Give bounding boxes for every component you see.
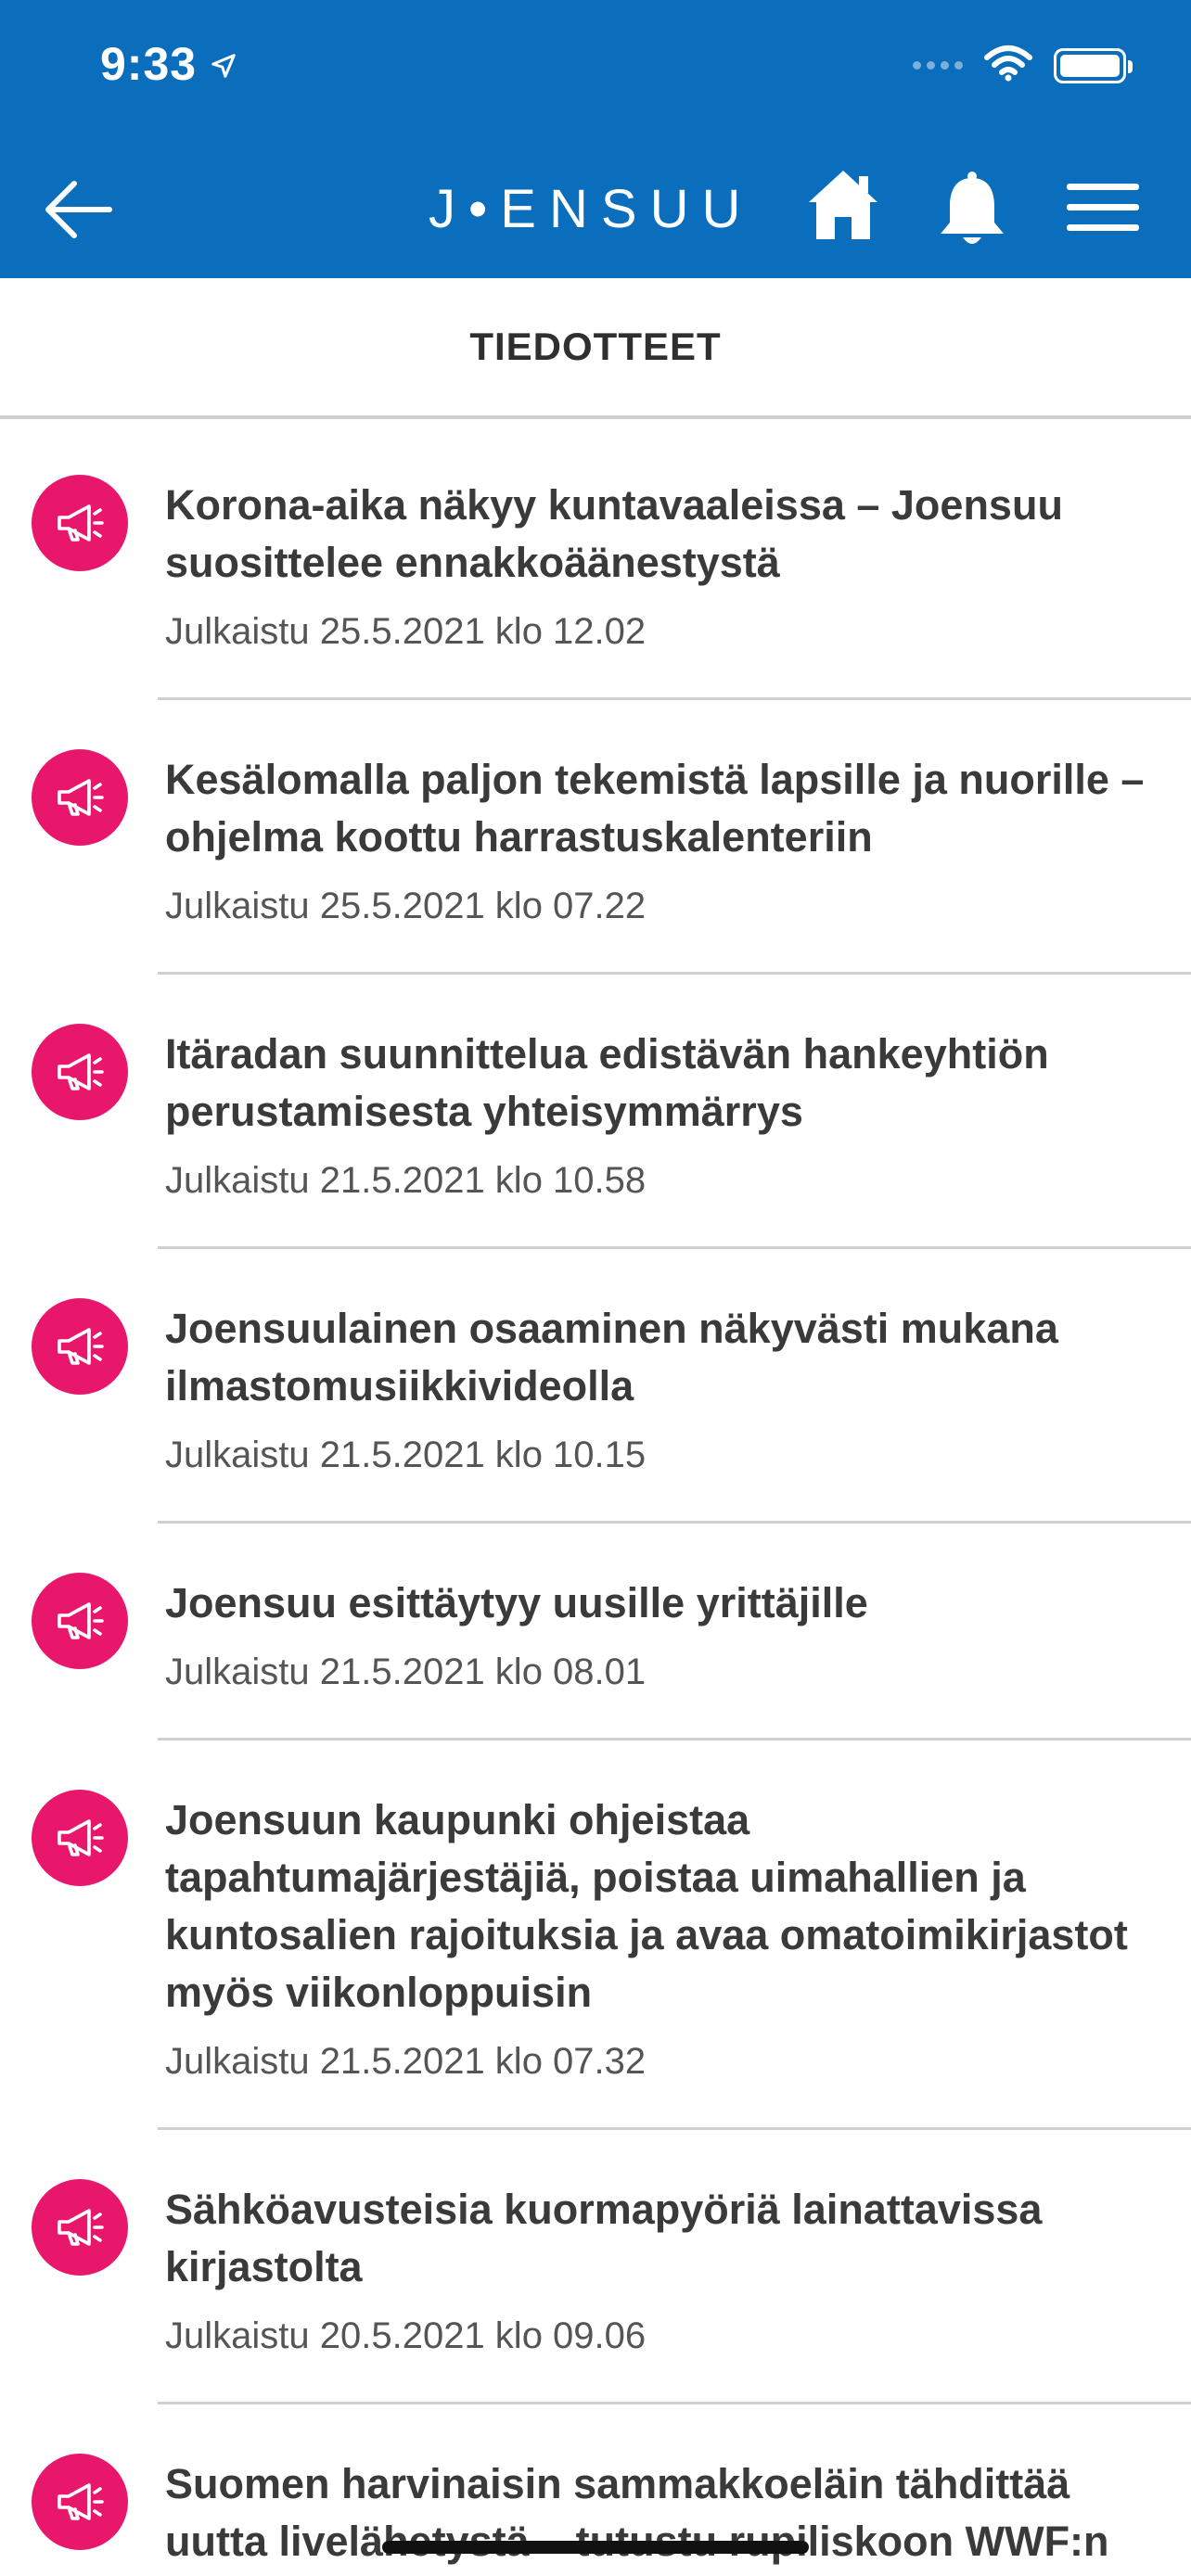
megaphone-icon <box>58 2483 104 2520</box>
megaphone-icon <box>58 1819 104 1856</box>
news-date: Julkaistu 25.5.2021 klo 07.22 <box>165 886 647 926</box>
news-date: Julkaistu 25.5.2021 klo 12.02 <box>165 611 647 652</box>
news-date: Julkaistu 21.5.2021 klo 10.15 <box>165 1435 647 1475</box>
location-arrow-icon <box>210 37 237 91</box>
news-badge <box>32 2179 128 2276</box>
home-indicator[interactable] <box>382 2541 809 2554</box>
status-time: 9:33 <box>100 37 237 91</box>
news-badge <box>32 1573 128 1669</box>
news-title: Joensuulainen osaaminen näkyvästi mukana… <box>165 1305 1058 1409</box>
news-item[interactable]: Korona-aika näkyy kuntavaaleissa – Joens… <box>0 423 1191 697</box>
news-title: Kesälomalla paljon tekemistä lapsille ja… <box>165 756 1145 861</box>
news-item[interactable]: Joensuu esittäytyy uusille yrittäjille J… <box>0 1521 1191 1738</box>
news-list: Korona-aika näkyy kuntavaaleissa – Joens… <box>0 423 1191 2576</box>
page-title-bar: TIEDOTTEET <box>0 278 1191 419</box>
bell-icon <box>941 172 1004 244</box>
news-badge <box>32 1298 128 1395</box>
news-badge <box>32 475 128 571</box>
news-badge <box>32 1790 128 1886</box>
megaphone-icon <box>58 2209 104 2246</box>
back-button[interactable] <box>41 172 115 247</box>
wifi-icon <box>983 45 1033 86</box>
joensuu-logo[interactable]: J•ENSUU <box>429 178 753 240</box>
news-item[interactable]: Joensuun kaupunki ohjeistaa tapahtumajär… <box>0 1738 1191 2127</box>
news-date: Julkaistu 21.5.2021 klo 08.01 <box>165 1651 647 1692</box>
news-item[interactable]: Sähköavusteisia kuormapyöriä lainattavis… <box>0 2127 1191 2402</box>
news-date: Julkaistu 20.5.2021 klo 09.06 <box>165 2315 647 2356</box>
battery-icon <box>1054 47 1133 83</box>
news-date: Julkaistu 21.5.2021 klo 07.32 <box>165 2041 647 2082</box>
news-title: Joensuun kaupunki ohjeistaa tapahtumajär… <box>165 1796 1128 2016</box>
status-time-label: 9:33 <box>100 38 198 90</box>
news-title: Sähköavusteisia kuormapyöriä lainattavis… <box>165 2186 1043 2290</box>
news-title: Joensuu esittäytyy uusille yrittäjille <box>165 1579 868 1626</box>
news-item[interactable]: Joensuulainen osaaminen näkyvästi mukana… <box>0 1246 1191 1521</box>
status-indicators <box>913 45 1133 86</box>
megaphone-icon <box>58 1602 104 1639</box>
app-screen: 9:33 J•ENSUU TIEDOTTEET Korona-aika näky… <box>0 0 1191 2576</box>
menu-button[interactable] <box>1065 182 1141 234</box>
cellular-signal-icon <box>913 61 963 70</box>
back-arrow-icon <box>45 181 112 238</box>
megaphone-icon <box>58 1328 104 1365</box>
news-title: Itäradan suunnittelua edistävän hankeyht… <box>165 1030 1049 1135</box>
news-item[interactable]: Itäradan suunnittelua edistävän hankeyht… <box>0 972 1191 1246</box>
news-title: Suomen harvinaisin sammakkoeläin tähditt… <box>165 2460 1109 2576</box>
news-title: Korona-aika näkyy kuntavaaleissa – Joens… <box>165 481 1063 586</box>
page-title: TIEDOTTEET <box>469 325 722 368</box>
hamburger-menu-icon <box>1067 184 1139 231</box>
megaphone-icon <box>58 779 104 816</box>
app-header: 9:33 J•ENSUU <box>0 0 1191 278</box>
megaphone-icon <box>58 504 104 542</box>
home-button[interactable] <box>803 165 883 245</box>
news-item[interactable]: Kesälomalla paljon tekemistä lapsille ja… <box>0 697 1191 972</box>
news-badge <box>32 2454 128 2550</box>
news-date: Julkaistu 21.5.2021 klo 10.58 <box>165 1160 647 1201</box>
news-badge <box>32 1024 128 1120</box>
news-badge <box>32 749 128 846</box>
megaphone-icon <box>58 1053 104 1090</box>
home-icon <box>809 171 877 239</box>
notifications-button[interactable] <box>937 169 1007 249</box>
